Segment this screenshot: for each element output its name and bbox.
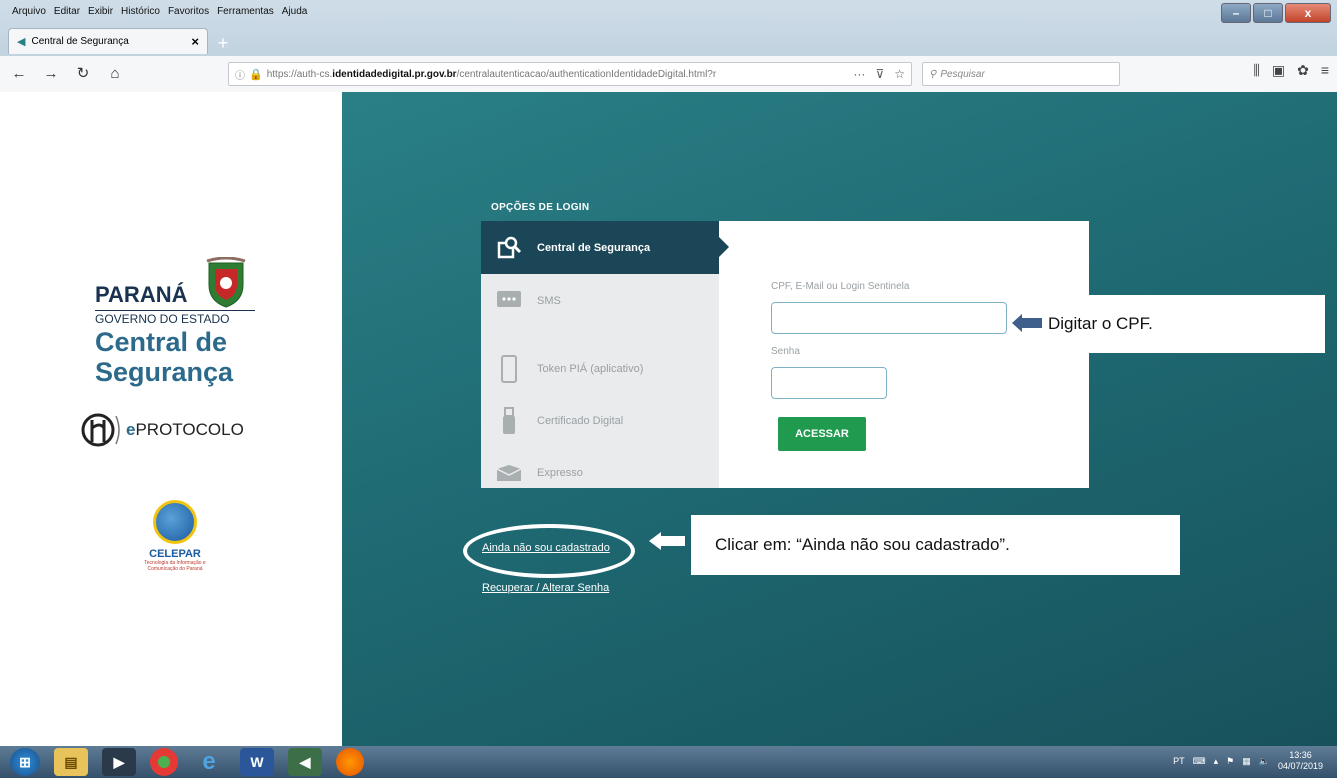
pocket-icon[interactable]: ⊽ xyxy=(875,67,884,81)
info-icon[interactable]: ⓘ xyxy=(235,67,245,82)
login-options-menu: Central de Segurança SMS Token PIÁ (apli… xyxy=(481,221,729,488)
option-token-pia[interactable]: Token PIÁ (aplicativo) xyxy=(481,343,719,395)
firefox-icon[interactable] xyxy=(336,748,364,776)
recover-password-link[interactable]: Recuperar / Alterar Senha xyxy=(482,582,610,594)
senha-label: Senha xyxy=(771,346,800,357)
home-icon[interactable]: ⌂ xyxy=(104,63,126,85)
flag-icon[interactable]: ⚑ xyxy=(1226,756,1234,767)
url-text: https://auth-cs.identidadedigital.pr.gov… xyxy=(266,68,717,80)
sidebar-icon[interactable]: ▣ xyxy=(1272,62,1285,79)
minimize-button[interactable]: – xyxy=(1221,3,1251,23)
browser-chrome: Arquivo Editar Exibir Histórico Favorito… xyxy=(0,0,1337,92)
app-icon[interactable]: ◀ xyxy=(288,748,322,776)
maximize-button[interactable]: □ xyxy=(1253,3,1283,23)
volume-icon[interactable]: 🔈 xyxy=(1259,756,1270,767)
clock[interactable]: 13:36 04/07/2019 xyxy=(1278,750,1323,772)
arrow-left-icon xyxy=(1012,314,1043,332)
option-label: SMS xyxy=(537,295,561,307)
reload-icon[interactable]: ↻ xyxy=(72,63,94,85)
chrome-icon[interactable] xyxy=(150,748,178,776)
menu-favoritos[interactable]: Favoritos xyxy=(164,4,213,20)
register-link[interactable]: Ainda não sou cadastrado xyxy=(482,542,610,554)
login-form: CPF, E-Mail ou Login Sentinela Senha ACE… xyxy=(771,281,1071,451)
option-sms[interactable]: SMS xyxy=(481,275,719,327)
option-label: Certificado Digital xyxy=(537,415,624,427)
option-certificado-digital[interactable]: Certificado Digital xyxy=(481,395,719,447)
search-doc-icon xyxy=(495,234,523,262)
callout-cpf-text: Digitar o CPF. xyxy=(1048,314,1153,333)
address-bar[interactable]: ⓘ 🔒 https://auth-cs.identidadedigital.pr… xyxy=(228,62,912,86)
tab-central-seguranca[interactable]: ◀ Central de Segurança × xyxy=(8,28,208,54)
favicon-icon: ◀ xyxy=(17,36,26,48)
close-window-button[interactable]: x xyxy=(1285,3,1331,23)
option-label: Token PIÁ (aplicativo) xyxy=(537,363,644,375)
taskbar: ⊞ ▤ ▶ e W ◀ PT ⌨ ▴ ⚑ ▦ 🔈 13:36 04/07/201… xyxy=(0,746,1337,778)
phone-icon xyxy=(495,355,523,383)
keyboard-icon[interactable]: ⌨ xyxy=(1193,756,1206,767)
toolbar-right: ⫼ ▣ ✿ ≡ xyxy=(1253,62,1329,79)
clock-time: 13:36 xyxy=(1289,750,1312,760)
cpf-label: CPF, E-Mail ou Login Sentinela xyxy=(771,281,910,292)
page-actions-icon[interactable]: ··· xyxy=(853,67,865,81)
callout-cpf: Digitar o CPF. xyxy=(1042,295,1325,353)
option-expresso[interactable]: Expresso xyxy=(481,447,719,499)
search-placeholder: Pesquisar xyxy=(940,68,985,80)
menu-historico[interactable]: Histórico xyxy=(117,4,164,20)
login-card: Central de Segurança SMS Token PIÁ (apli… xyxy=(481,221,1089,488)
system-tray: PT ⌨ ▴ ⚑ ▦ 🔈 13:36 04/07/2019 xyxy=(1173,750,1323,772)
bookmark-star-icon[interactable]: ☆ xyxy=(894,67,905,81)
envelope-icon xyxy=(495,459,523,487)
back-icon[interactable]: ← xyxy=(8,63,30,85)
option-label: Central de Segurança xyxy=(537,241,651,254)
menu-arquivo[interactable]: Arquivo xyxy=(8,4,50,20)
start-button-icon[interactable]: ⊞ xyxy=(10,748,40,776)
tab-bar: ◀ Central de Segurança × + xyxy=(8,28,234,54)
lock-icon: 🔒 xyxy=(249,68,263,81)
login-layer: OPÇÕES DE LOGIN Central de Segurança SMS… xyxy=(0,92,1337,746)
cpf-input[interactable] xyxy=(771,302,1007,334)
tab-title: Central de Segurança xyxy=(31,36,129,47)
option-label: Expresso xyxy=(537,467,583,479)
option-central-seguranca[interactable]: Central de Segurança xyxy=(481,221,729,274)
tray-expand-icon[interactable]: ▴ xyxy=(1214,756,1219,767)
tab-close-icon[interactable]: × xyxy=(191,34,199,49)
new-tab-button[interactable]: + xyxy=(212,32,234,54)
clock-date: 04/07/2019 xyxy=(1277,761,1323,771)
navigation-bar: ← → ↻ ⌂ ⓘ 🔒 https://auth-cs.identidadedi… xyxy=(0,56,1337,92)
internet-explorer-icon[interactable]: e xyxy=(192,748,226,776)
forward-icon[interactable]: → xyxy=(40,63,62,85)
menu-exibir[interactable]: Exibir xyxy=(84,4,117,20)
callout-register-text: Clicar em: “Ainda não sou cadastrado”. xyxy=(715,535,1010,554)
login-links: Ainda não sou cadastrado Recuperar / Alt… xyxy=(482,542,610,594)
language-indicator[interactable]: PT xyxy=(1173,756,1185,766)
menu-bar: Arquivo Editar Exibir Histórico Favorito… xyxy=(8,4,311,20)
acessar-button[interactable]: ACESSAR xyxy=(778,417,866,451)
library-icon[interactable]: ⫼ xyxy=(1253,62,1259,79)
window-controls: – □ x xyxy=(1221,3,1331,23)
file-explorer-icon[interactable]: ▤ xyxy=(54,748,88,776)
word-icon[interactable]: W xyxy=(240,748,274,776)
network-icon[interactable]: ▦ xyxy=(1242,756,1251,767)
senha-input[interactable] xyxy=(771,367,887,399)
usb-icon xyxy=(495,407,523,435)
sms-icon xyxy=(495,287,523,315)
hamburger-menu-icon[interactable]: ≡ xyxy=(1321,62,1329,79)
media-player-icon[interactable]: ▶ xyxy=(102,748,136,776)
menu-ajuda[interactable]: Ajuda xyxy=(278,4,312,20)
extension-icon[interactable]: ✿ xyxy=(1297,62,1309,79)
menu-editar[interactable]: Editar xyxy=(50,4,84,20)
arrow-left-icon xyxy=(649,532,685,550)
callout-register: Clicar em: “Ainda não sou cadastrado”. xyxy=(691,515,1180,575)
login-options-title: OPÇÕES DE LOGIN xyxy=(491,202,590,213)
menu-ferramentas[interactable]: Ferramentas xyxy=(213,4,278,20)
search-input[interactable]: ⚲ Pesquisar xyxy=(922,62,1120,86)
search-icon: ⚲ xyxy=(929,68,937,80)
